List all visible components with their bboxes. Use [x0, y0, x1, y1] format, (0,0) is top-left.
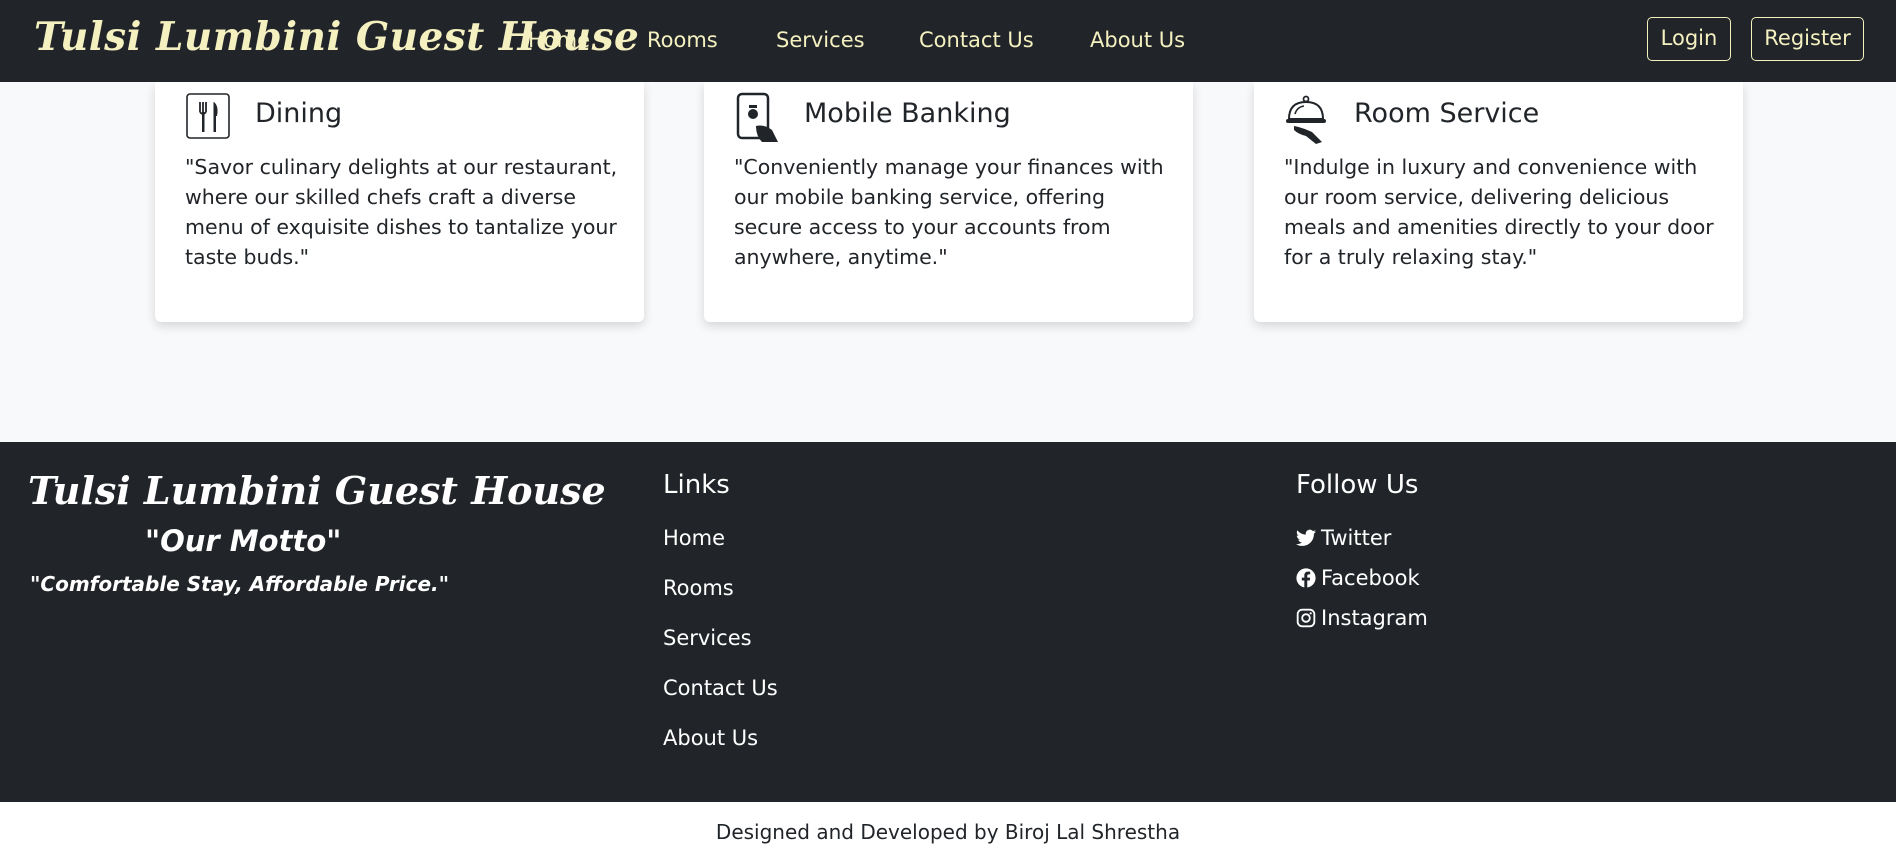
service-card-room-service: Room Service "Indulge in luxury and conv… [1254, 82, 1743, 322]
social-label: Facebook [1321, 566, 1420, 590]
mobile-banking-icon [734, 92, 780, 142]
nav-home[interactable]: Home [528, 28, 590, 52]
footer-links-heading: Links [663, 470, 730, 500]
footer-link-home[interactable]: Home [663, 526, 725, 550]
card-description: "Indulge in luxury and convenience with … [1284, 155, 1714, 269]
service-card-dining: Dining "Savor culinary delights at our r… [155, 82, 644, 322]
footer-brand: Tulsi Lumbini Guest House [28, 468, 606, 513]
card-title: Room Service [1354, 98, 1540, 129]
nav-services[interactable]: Services [776, 28, 865, 52]
card-description: "Conveniently manage your finances with … [734, 155, 1164, 269]
twitter-icon [1296, 529, 1316, 546]
service-card-mobile-banking: Mobile Banking "Conveniently manage your… [704, 82, 1193, 322]
social-link-facebook[interactable]: Facebook [1296, 566, 1420, 590]
card-title: Dining [255, 98, 343, 129]
fork-knife-icon [185, 92, 231, 142]
card-description: "Savor culinary delights at our restaura… [185, 155, 618, 269]
social-link-instagram[interactable]: Instagram [1296, 606, 1428, 630]
footer-link-contact-us[interactable]: Contact Us [663, 676, 778, 700]
register-button[interactable]: Register [1751, 17, 1864, 61]
nav-about-us[interactable]: About Us [1090, 28, 1185, 52]
login-button[interactable]: Login [1647, 17, 1731, 61]
card-title: Mobile Banking [804, 98, 1011, 129]
navbar: Tulsi Lumbini Guest House Home Rooms Ser… [0, 0, 1896, 82]
facebook-icon [1296, 568, 1316, 588]
social-label: Twitter [1321, 526, 1392, 550]
footer-motto: "Comfortable Stay, Affordable Price." [30, 572, 450, 596]
social-link-twitter[interactable]: Twitter [1296, 526, 1391, 550]
credit-text: Designed and Developed by Biroj Lal Shre… [715, 820, 1181, 844]
social-label: Instagram [1321, 606, 1428, 630]
footer-follow-heading: Follow Us [1296, 470, 1419, 500]
nav-rooms[interactable]: Rooms [647, 28, 718, 52]
footer-link-about-us[interactable]: About Us [663, 726, 758, 750]
footer-link-rooms[interactable]: Rooms [663, 576, 734, 600]
room-service-icon [1284, 92, 1330, 144]
footer-motto-title: "Our Motto" [145, 524, 342, 558]
footer-link-services[interactable]: Services [663, 626, 752, 650]
instagram-icon [1296, 608, 1316, 628]
footer: Tulsi Lumbini Guest House "Our Motto" "C… [0, 442, 1896, 802]
credit-bar: Designed and Developed by Biroj Lal Shre… [0, 802, 1896, 862]
nav-contact-us[interactable]: Contact Us [919, 28, 1034, 52]
